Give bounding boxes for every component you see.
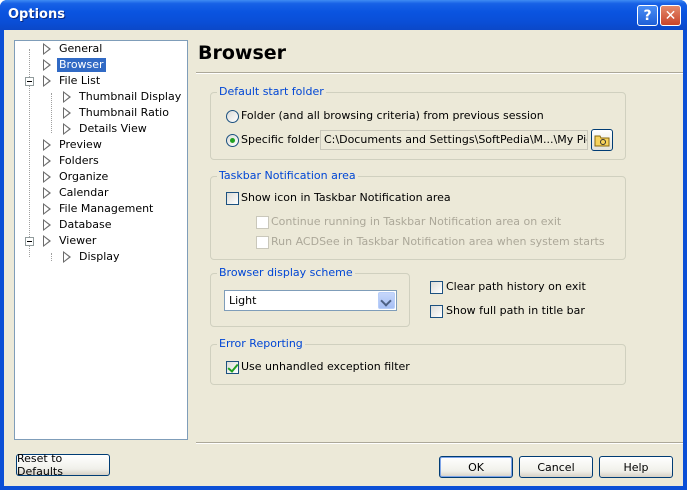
question-icon: ?: [643, 7, 652, 24]
collapse-icon[interactable]: [25, 77, 34, 86]
tree-label: File List: [59, 74, 101, 87]
window-title: Options: [8, 7, 65, 22]
close-icon: ✕: [664, 7, 677, 24]
page-icon: [63, 107, 71, 119]
run-on-start-label: Run ACDSee in Taskbar Notification area …: [271, 235, 605, 248]
page-icon: [43, 43, 51, 55]
page-icon: [43, 155, 51, 167]
tree-item-calendar[interactable]: Calendar: [43, 185, 110, 201]
reset-defaults-button[interactable]: Reset to Defaults: [16, 452, 110, 478]
page-icon: [43, 235, 51, 247]
button-label: Help: [623, 460, 649, 474]
chevron-down-icon[interactable]: [378, 292, 395, 309]
page-icon: [63, 251, 71, 263]
tree-item-folders[interactable]: Folders: [43, 153, 101, 169]
help-title-button[interactable]: ?: [637, 5, 658, 26]
specific-folder-radio[interactable]: [226, 134, 239, 147]
tree-item-preview[interactable]: Preview: [43, 137, 104, 153]
title-bar[interactable]: Options ? ✕: [0, 0, 687, 30]
tree-item-file-management[interactable]: File Management: [43, 201, 155, 217]
tree-label: Display: [79, 250, 120, 263]
run-on-start-checkbox[interactable]: [256, 236, 269, 249]
tree-item-organize[interactable]: Organize: [43, 169, 110, 185]
close-button[interactable]: ✕: [660, 5, 681, 26]
previous-session-label[interactable]: Folder (and all browsing criteria) from …: [241, 109, 544, 123]
page-icon: [43, 171, 51, 183]
group-legend: Taskbar Notification area: [217, 169, 358, 183]
page-icon: [43, 187, 51, 199]
previous-session-radio[interactable]: [226, 110, 239, 123]
tree-item-general[interactable]: General: [43, 41, 104, 57]
exception-filter-checkbox[interactable]: [226, 361, 239, 374]
tree-item-viewer[interactable]: Viewer: [43, 233, 98, 249]
exception-filter-label[interactable]: Use unhandled exception filter: [241, 360, 410, 374]
show-icon-label[interactable]: Show icon in Taskbar Notification area: [241, 191, 451, 205]
tree-label: Viewer: [59, 234, 97, 247]
tree-label: Calendar: [59, 186, 109, 199]
button-label: OK: [468, 460, 484, 474]
page-icon: [63, 91, 71, 103]
dialog-client: General Browser File List Thumbnail Disp…: [4, 30, 683, 486]
page-icon: [63, 123, 71, 135]
tree-item-file-list[interactable]: File List: [43, 73, 102, 89]
header-divider: [196, 72, 683, 74]
browse-folder-button[interactable]: [591, 129, 613, 151]
cancel-button[interactable]: Cancel: [519, 456, 593, 478]
tree-label: Thumbnail Ratio: [79, 106, 169, 119]
collapse-icon[interactable]: [25, 237, 34, 246]
clear-history-label[interactable]: Clear path history on exit: [446, 280, 586, 294]
footer-divider: [196, 442, 683, 444]
tree-item-details-view[interactable]: Details View: [63, 121, 149, 137]
specific-folder-label[interactable]: Specific folder:: [241, 133, 323, 147]
tree-connector: [51, 93, 52, 133]
tree-item-database[interactable]: Database: [43, 217, 114, 233]
clear-history-checkbox[interactable]: [430, 281, 443, 294]
display-scheme-select[interactable]: Light: [224, 290, 397, 311]
tree-label: File Management: [59, 202, 154, 215]
tree-connector: [51, 253, 52, 261]
help-button[interactable]: Help: [599, 456, 673, 478]
show-full-path-label[interactable]: Show full path in title bar: [446, 304, 585, 318]
tree-label: Details View: [79, 122, 147, 135]
options-window: Options ? ✕ General Browser File List Th…: [0, 0, 687, 490]
tree-label: General: [59, 42, 103, 55]
page-icon: [43, 139, 51, 151]
button-label: Cancel: [537, 460, 575, 474]
tree-label: Folders: [59, 154, 99, 167]
show-full-path-checkbox[interactable]: [430, 305, 443, 318]
options-tree[interactable]: General Browser File List Thumbnail Disp…: [14, 40, 188, 440]
group-legend: Browser display scheme: [217, 266, 355, 280]
group-legend: Default start folder: [217, 85, 326, 99]
page-icon: [43, 219, 51, 231]
select-value: Light: [229, 294, 257, 307]
page-title: Browser: [198, 42, 287, 64]
tree-item-thumbnail-ratio[interactable]: Thumbnail Ratio: [63, 105, 171, 121]
tree-item-thumbnail-display[interactable]: Thumbnail Display: [63, 89, 183, 105]
page-icon: [43, 75, 51, 87]
group-legend: Error Reporting: [217, 337, 305, 351]
page-icon: [43, 59, 51, 71]
continue-running-checkbox[interactable]: [256, 216, 269, 229]
tree-label: Preview: [59, 138, 102, 151]
tree-label: Organize: [59, 170, 109, 183]
ok-button[interactable]: OK: [439, 456, 513, 478]
continue-running-label: Continue running in Taskbar Notification…: [271, 215, 562, 228]
tree-label: Database: [59, 218, 112, 231]
page-icon: [43, 203, 51, 215]
tree-label: Thumbnail Display: [79, 90, 182, 103]
tree-label: Browser: [57, 58, 106, 72]
tree-item-browser[interactable]: Browser: [43, 57, 106, 73]
folder-icon: [594, 135, 610, 147]
button-label: Reset to Defaults: [17, 452, 63, 478]
folder-path-field[interactable]: C:\Documents and Settings\SoftPedia\M...…: [320, 130, 588, 150]
tree-item-display[interactable]: Display: [63, 249, 122, 265]
show-icon-checkbox[interactable]: [226, 192, 239, 205]
